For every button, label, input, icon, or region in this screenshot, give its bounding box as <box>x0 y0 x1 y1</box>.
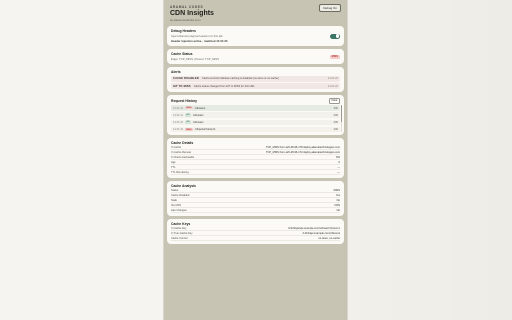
key-value: /L/1/https/api.example.com/v3/users?sinc… <box>288 226 340 230</box>
detail-value: 0 <box>338 160 340 164</box>
analysis-row: Has Changes No <box>171 208 340 214</box>
request-path: /v3/users <box>192 113 204 117</box>
page-title: CDN Insights <box>170 10 214 17</box>
key-name: X-Cache-Key <box>171 226 187 230</box>
cdn-insights-panel: ARAMAL CODES CDN Insights cp.kasonnestri… <box>163 0 348 320</box>
analysis-key: Status <box>171 188 179 192</box>
analysis-key: Cache Disabled <box>171 193 190 197</box>
detail-value: TCP_MISS from a23-48-96-172.deploy.akama… <box>265 150 340 154</box>
page-subtitle: cp.kasonnestrick2.com <box>170 18 201 22</box>
request-cache-badge: HIT <box>185 113 191 117</box>
request-status: 200 <box>333 128 338 132</box>
clear-history-button[interactable]: Clear <box>328 98 340 104</box>
cache-status-title: Cache Status <box>171 52 193 56</box>
key-name: Cache Control <box>171 236 188 240</box>
analysis-value: No <box>336 198 340 202</box>
request-row[interactable]: 14:31:21 HIT /v3/users 200 <box>171 112 340 119</box>
key-name: X-True-Cache-Key <box>171 231 193 235</box>
alert-tag: CACHE DISABLED <box>173 77 200 80</box>
request-history-list[interactable]: 14:31:22 MISS /v3/users 200 14:31:21 HIT… <box>171 105 343 133</box>
debug-headers-card: Debug Headers Inject Akamai pragma heade… <box>167 26 344 46</box>
cache-analysis-card: Cache Analysis Status MISS Cache Disabled… <box>167 181 344 217</box>
debug-toggle-button[interactable]: Debug On <box>319 4 341 12</box>
detail-key: Age <box>171 160 176 164</box>
debug-headers-status: Header injection active · matched 14:31:… <box>171 39 228 43</box>
request-cache-badge: HIT <box>185 121 191 124</box>
request-cache-badge: MISS <box>185 106 193 110</box>
analysis-key: Via CDN <box>171 203 182 207</box>
request-time: 14:31:19 <box>173 128 184 132</box>
alert-tag: HIT TO MISS <box>173 84 191 88</box>
alert-item: HIT TO MISS Cache status changed from HI… <box>171 83 340 89</box>
detail-value: NO <box>336 155 340 159</box>
detail-value: — <box>337 165 340 169</box>
detail-key: X-Cache-Remote <box>171 150 192 154</box>
alert-message: Cache-Control indicates caching is disab… <box>202 77 279 80</box>
request-time: 14:31:21 <box>173 113 184 117</box>
request-history-title: Request History <box>171 98 198 103</box>
detail-value: — <box>337 170 340 174</box>
alerts-title: Alerts <box>171 70 181 74</box>
cache-details-card: Cache Details X-Cache TCP_MISS from a23-4… <box>167 138 344 179</box>
request-row[interactable]: 14:31:22 MISS /v3/users 200 <box>171 105 340 111</box>
request-history-scrollbar[interactable] <box>340 105 343 133</box>
request-path: /v3/users <box>194 106 206 110</box>
alert-time: 14:31:22 <box>327 77 338 80</box>
analysis-key: Stale <box>171 198 177 202</box>
request-status: 200 <box>333 120 338 124</box>
request-path: /v3/posts?since=1 <box>194 128 216 132</box>
detail-key: X-Cache <box>171 145 182 149</box>
detail-key: TTL Remaining <box>171 170 189 174</box>
debug-headers-toggle[interactable] <box>330 33 340 39</box>
detail-key: X-Check-Cacheable <box>171 155 195 159</box>
cache-status-desc: Edge: TCP_MISS | Parent: TCP_MISS <box>171 57 220 61</box>
alert-item: CACHE DISABLED Cache-Control indicates c… <box>171 75 340 82</box>
request-time: 14:31:22 <box>173 106 184 110</box>
alert-message: Cache status changed from HIT to MISS fo… <box>193 84 255 88</box>
cache-status-card: Cache Status Edge: TCP_MISS | Parent: TC… <box>167 49 344 64</box>
cache-keys-card: Cache Keys X-Cache-Key/L/1/https/api.exa… <box>167 219 344 245</box>
panel-header: ARAMAL CODES CDN Insights cp.kasonnestri… <box>164 0 347 26</box>
request-row[interactable]: 14:31:20 HIT /v3/users 200 <box>171 119 340 126</box>
debug-headers-title: Debug Headers <box>171 29 196 33</box>
request-cache-badge: MISS <box>185 128 193 131</box>
brand-label: ARAMAL CODES <box>170 5 204 9</box>
request-status: 200 <box>333 113 338 117</box>
key-row: Cache Control no-store, no-cache <box>171 236 340 242</box>
key-value: /L/0/1/api.example.com/v3/users <box>302 231 340 235</box>
request-path: /v3/users <box>192 120 204 124</box>
detail-value: TCP_MISS from a23-48-96-178.deploy.akama… <box>265 145 340 149</box>
request-status: 200 <box>333 106 338 110</box>
analysis-value: MISS <box>333 188 340 192</box>
request-time: 14:31:20 <box>173 120 184 124</box>
analysis-value: No <box>336 208 340 212</box>
alert-time: 14:31:22 <box>327 84 338 88</box>
alerts-card: Alerts CACHE DISABLED Cache-Control indi… <box>167 67 344 92</box>
request-history-card: Request History Clear 14:31:22 MISS /v3/… <box>167 95 344 136</box>
key-value: no-store, no-cache <box>318 236 340 240</box>
cache-status-badge: MISS <box>329 54 340 59</box>
debug-headers-desc: Inject Akamai pragma headers for this ta… <box>171 34 223 38</box>
detail-key: TTL <box>171 165 176 169</box>
analysis-key: Has Changes <box>171 208 187 212</box>
analysis-value: CDN <box>334 203 340 207</box>
detail-row: TTL Remaining — <box>171 170 340 176</box>
request-row[interactable]: 14:31:19 MISS /v3/posts?since=1 200 <box>171 126 340 133</box>
analysis-value: Yes <box>335 193 340 197</box>
